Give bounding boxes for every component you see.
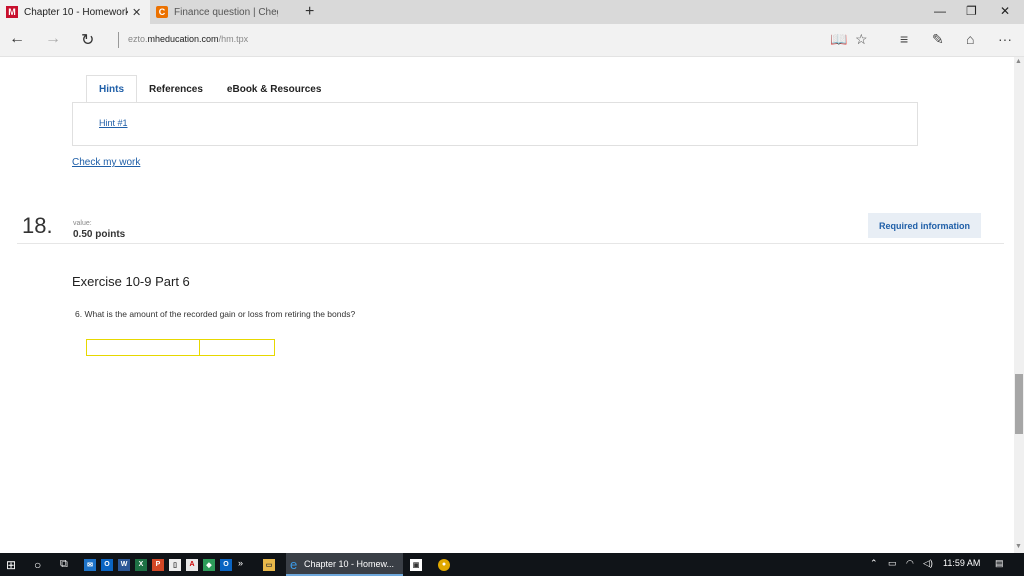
show-hidden-icons-icon[interactable]: ⌃: [870, 558, 878, 569]
outlook-icon[interactable]: O: [101, 557, 113, 572]
document-icon[interactable]: ▯: [169, 557, 181, 572]
edge-icon: e: [290, 557, 298, 572]
check-my-work-link[interactable]: Check my work: [72, 157, 140, 168]
new-tab-button[interactable]: +: [305, 3, 314, 21]
restore-button[interactable]: ❐: [966, 4, 977, 18]
question-number: 18.: [22, 213, 53, 238]
scroll-down-icon[interactable]: ▼: [1015, 543, 1022, 550]
mail-icon[interactable]: ✉: [84, 557, 96, 572]
taskbar: ⊞ ○ ⧉ ✉ O W X P ▯ A ◆ O » ▭ e Chapter 10…: [0, 553, 1024, 576]
browser-tab-bar: M Chapter 10 - Homework ✕ C Finance ques…: [0, 0, 1024, 24]
tab-title: Finance question | Chegg.com: [174, 6, 278, 18]
answer-row: [86, 339, 275, 356]
scrollbar-thumb[interactable]: [1015, 374, 1023, 434]
task-view-icon[interactable]: ⧉: [60, 557, 68, 572]
notifications-icon[interactable]: ▤: [995, 558, 1004, 569]
mcgraw-hill-icon: M: [6, 6, 18, 18]
url-path: /hm.tpx: [218, 34, 249, 44]
hint-1-link[interactable]: Hint #1: [99, 118, 128, 128]
share-icon[interactable]: ⌂: [966, 31, 974, 47]
scrollbar-track[interactable]: [1014, 57, 1024, 553]
tab-chegg[interactable]: C Finance question | Chegg.com: [150, 0, 300, 24]
cortana-icon[interactable]: ○: [34, 557, 41, 572]
volume-icon[interactable]: ◁): [923, 558, 933, 569]
divider: [118, 32, 119, 48]
answer-input[interactable]: [200, 339, 275, 356]
question-text: 6. What is the amount of the recorded ga…: [75, 309, 356, 319]
value-points: 0.50 points: [73, 229, 126, 240]
windows-start-icon[interactable]: ⊞: [6, 557, 16, 572]
word-icon[interactable]: W: [118, 557, 130, 572]
tab-references[interactable]: References: [137, 75, 215, 103]
divider: [17, 243, 1004, 244]
active-app-label: Chapter 10 - Homew...: [304, 559, 395, 569]
file-explorer-icon[interactable]: ▭: [263, 557, 275, 572]
scroll-up-icon[interactable]: ▲: [1015, 58, 1022, 65]
excel-icon[interactable]: X: [135, 557, 147, 572]
close-tab-icon[interactable]: ✕: [132, 6, 141, 19]
required-information-button[interactable]: Required information: [868, 213, 981, 238]
navigation-bar: ← → ↻ ezto.mheducation.com/hm.tpx 📖 ☆ ≡ …: [0, 24, 1024, 57]
battery-icon[interactable]: ▭: [888, 558, 897, 569]
store-icon[interactable]: ▣: [410, 557, 422, 572]
hub-icon[interactable]: ≡: [900, 31, 908, 47]
url-prefix: ezto.: [128, 34, 148, 44]
address-bar[interactable]: ezto.mheducation.com/hm.tpx: [128, 34, 248, 44]
hints-panel: [72, 102, 918, 146]
powerpoint-icon[interactable]: P: [152, 557, 164, 572]
exercise-title: Exercise 10-9 Part 6: [72, 274, 190, 289]
minimize-button[interactable]: —: [934, 4, 946, 18]
value-label: value:: [73, 220, 92, 227]
close-window-button[interactable]: ✕: [1000, 4, 1010, 18]
back-arrow-icon[interactable]: ←: [9, 30, 25, 48]
clock[interactable]: 11:59 AM: [943, 558, 980, 568]
acrobat-icon[interactable]: A: [186, 557, 198, 572]
more-icon[interactable]: ···: [998, 31, 1012, 47]
chegg-icon: C: [156, 6, 168, 18]
answer-dropdown[interactable]: [86, 339, 200, 356]
forward-arrow-icon[interactable]: →: [45, 30, 61, 48]
refresh-icon[interactable]: ↻: [81, 30, 94, 50]
tab-title: Chapter 10 - Homework: [24, 6, 128, 18]
web-note-icon[interactable]: ✎: [932, 31, 944, 48]
reading-view-icon[interactable]: 📖: [830, 31, 847, 48]
outlook-icon[interactable]: O: [220, 557, 232, 572]
url-domain: mheducation.com: [147, 34, 219, 44]
overflow-icon[interactable]: »: [238, 555, 243, 570]
tab-hints[interactable]: Hints: [86, 75, 137, 103]
tab-ebook-resources[interactable]: eBook & Resources: [215, 75, 333, 103]
chrome-icon[interactable]: ●: [438, 557, 450, 572]
resource-tabs: Hints References eBook & Resources: [86, 75, 333, 103]
wifi-icon[interactable]: ◠: [906, 558, 914, 569]
favorite-star-icon[interactable]: ☆: [855, 31, 868, 48]
app-icon[interactable]: ◆: [203, 557, 215, 572]
tab-homework[interactable]: M Chapter 10 - Homework ✕: [0, 0, 150, 24]
